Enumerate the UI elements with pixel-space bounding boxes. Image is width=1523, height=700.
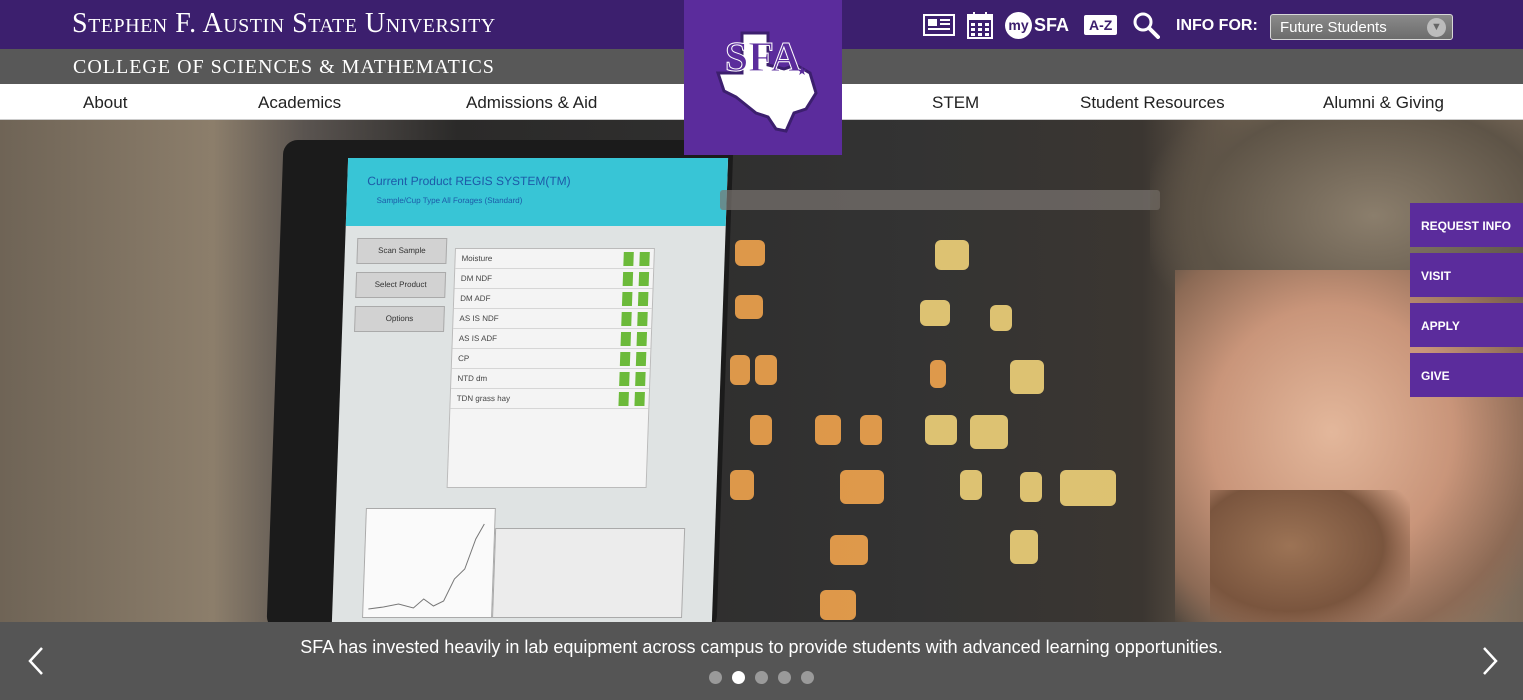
chevron-left-icon <box>28 647 43 675</box>
screen-row: Moisture <box>455 249 654 269</box>
visit-tab[interactable]: VISIT <box>1410 253 1523 297</box>
mysfa-label: SFA <box>1034 14 1070 35</box>
mysfa-icon[interactable]: my SFA <box>1005 10 1069 40</box>
screen-title: Current Product REGIS SYSTEM(TM) <box>367 174 571 188</box>
apply-tab[interactable]: APPLY <box>1410 303 1523 347</box>
screen-plot <box>362 508 496 618</box>
utility-icons: my SFA A-Z <box>922 10 1161 40</box>
logo-text: SFA <box>725 35 802 81</box>
calendar-icon[interactable] <box>966 10 993 40</box>
screen-row: NTD dm <box>451 369 650 389</box>
hero-person-beard-image <box>1210 490 1410 622</box>
give-tab[interactable]: GIVE <box>1410 353 1523 397</box>
college-title[interactable]: COLLEGE OF SCIENCES & MATHEMATICS <box>73 56 495 79</box>
nav-item-about[interactable]: About <box>83 93 127 113</box>
monitor-screen-image: Current Product REGIS SYSTEM(TM) Sample/… <box>331 158 729 622</box>
sfa-texas-logo-icon: SFA ★ <box>715 31 818 133</box>
slide-indicators <box>709 671 824 684</box>
screen-button: Options <box>354 306 445 332</box>
info-for-label: INFO FOR: <box>1176 17 1258 34</box>
next-slide-button[interactable] <box>1474 644 1504 678</box>
slide-caption-band: SFA has invested heavily in lab equipmen… <box>0 622 1523 700</box>
nav-item-admissions-aid[interactable]: Admissions & Aid <box>466 93 597 113</box>
slide-dot-active[interactable] <box>732 671 745 684</box>
slide-dot[interactable] <box>801 671 814 684</box>
nav-item-academics[interactable]: Academics <box>258 93 341 113</box>
screen-row: AS IS ADF <box>452 329 652 349</box>
nav-item-alumni-giving[interactable]: Alumni & Giving <box>1323 93 1444 113</box>
screen-header: Current Product REGIS SYSTEM(TM) Sample/… <box>345 158 729 226</box>
hero-slideshow: Current Product REGIS SYSTEM(TM) Sample/… <box>0 120 1523 622</box>
prev-slide-button[interactable] <box>22 644 52 678</box>
screen-button: Scan Sample <box>356 238 448 264</box>
chevron-down-icon: ▼ <box>1427 18 1446 37</box>
screen-row: DM ADF <box>453 289 653 309</box>
screen-subtitle: Sample/Cup Type All Forages (Standard) <box>376 196 523 205</box>
nav-item-student-resources[interactable]: Student Resources <box>1080 93 1225 113</box>
slide-caption: SFA has invested heavily in lab equipmen… <box>300 637 1223 657</box>
info-for-selected: Future Students <box>1280 19 1387 36</box>
chevron-right-icon <box>1483 647 1498 675</box>
nav-item-stem[interactable]: STEM <box>932 93 979 113</box>
az-index-icon[interactable]: A-Z <box>1084 10 1118 40</box>
slide-dot[interactable] <box>709 671 722 684</box>
screen-log <box>492 528 686 618</box>
screen-property-table: Moisture DM NDF DM ADF AS IS NDF AS IS A… <box>446 248 655 488</box>
slide-dot[interactable] <box>778 671 791 684</box>
control-panel-image <box>720 160 1180 622</box>
slide-dot[interactable] <box>755 671 768 684</box>
az-label: A-Z <box>1084 15 1118 35</box>
screen-row: DM NDF <box>454 269 654 289</box>
request-info-tab[interactable]: REQUEST INFO <box>1410 203 1523 247</box>
svg-text:★: ★ <box>797 64 808 78</box>
screen-row: TDN grass hay <box>450 389 650 409</box>
screen-button: Select Product <box>355 272 447 298</box>
search-icon[interactable] <box>1132 10 1161 40</box>
info-for-select[interactable]: Future Students ▼ <box>1270 14 1453 40</box>
screen-row: CP <box>451 349 651 369</box>
mysfa-prefix: my <box>1005 11 1032 39</box>
screen-row: AS IS NDF <box>453 309 652 329</box>
news-icon[interactable] <box>922 10 955 40</box>
sfa-logo[interactable]: SFA ★ <box>684 0 842 155</box>
university-title[interactable]: Stephen F. Austin State University <box>72 8 496 40</box>
